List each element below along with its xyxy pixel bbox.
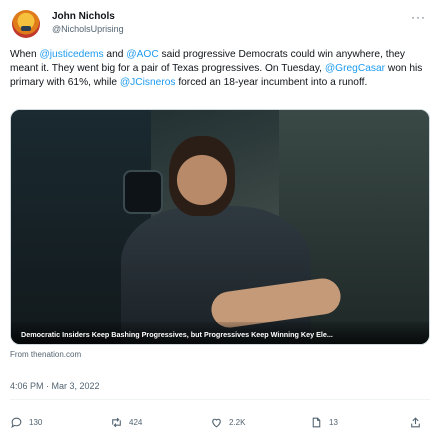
tweet-text-segment: When [10, 49, 40, 60]
like-count: 2.2K [229, 417, 246, 427]
mention-link[interactable]: @justicedems [39, 49, 103, 60]
tweet-timestamp[interactable]: 4:06 PM · Mar 3, 2022 [10, 381, 100, 391]
retweet-icon [112, 417, 121, 427]
more-options-icon[interactable]: ··· [411, 10, 426, 24]
mention-link[interactable]: @GregCasar [325, 63, 385, 74]
author-handle[interactable]: @NicholsUprising [52, 24, 124, 34]
views-count: 13 [329, 417, 338, 427]
reply-count: 130 [29, 417, 43, 427]
avatar[interactable] [12, 10, 40, 38]
views-button[interactable]: 13 [310, 412, 338, 432]
link-card-title[interactable]: Democratic Insiders Keep Bashing Progres… [11, 322, 429, 344]
divider [10, 399, 430, 400]
action-bar: 130 424 2.2K 13 [10, 412, 430, 432]
tweet-header: John Nichols @NicholsUprising ··· [8, 8, 430, 38]
mention-link[interactable]: @AOC [126, 49, 158, 60]
tweet-text-segment: forced an 18-year incumbent into a runof… [175, 77, 368, 88]
tweet-text-segment: and [103, 49, 127, 60]
share-icon [411, 416, 420, 427]
link-source[interactable]: From thenation.com [10, 350, 81, 359]
reply-button[interactable]: 130 [10, 412, 42, 432]
like-button[interactable]: 2.2K [210, 412, 245, 432]
mention-link[interactable]: @JCisneros [120, 77, 176, 88]
views-icon [312, 417, 321, 427]
link-card-image[interactable]: Democratic Insiders Keep Bashing Progres… [10, 109, 430, 345]
photo-microphone [123, 170, 163, 214]
heart-icon [212, 418, 221, 427]
reply-icon [11, 417, 22, 428]
author-name[interactable]: John Nichols [52, 11, 115, 22]
retweet-count: 424 [129, 417, 143, 427]
tweet-text: When @justicedems and @AOC said progress… [10, 48, 430, 90]
retweet-button[interactable]: 424 [110, 412, 142, 432]
share-button[interactable] [409, 412, 428, 432]
photo-subject-head [169, 136, 235, 216]
